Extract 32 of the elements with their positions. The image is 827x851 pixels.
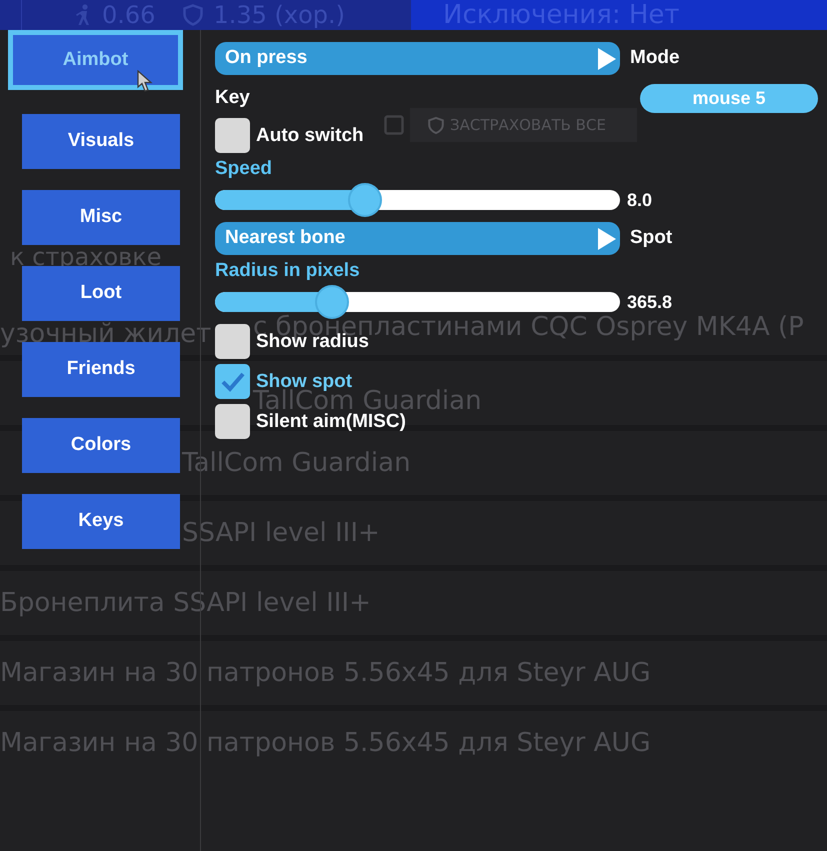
slider-value: 8.0 [627, 188, 652, 212]
dropdown[interactable]: Nearest bone [215, 222, 620, 255]
tab-button[interactable]: Friends [22, 342, 180, 397]
shield-icon [183, 4, 204, 26]
tab-button[interactable]: Misc [22, 190, 180, 245]
tab-button[interactable]: Aimbot [8, 30, 183, 90]
dropdown[interactable]: On press [215, 42, 620, 75]
dropdown-caption: Spot [630, 226, 672, 250]
tab-button[interactable]: Colors [22, 418, 180, 473]
dropdown-caption: Mode [630, 46, 680, 70]
figure-icon [74, 4, 92, 26]
slider-thumb[interactable] [348, 183, 382, 217]
checkbox[interactable] [215, 118, 250, 153]
triangle-icon [598, 48, 616, 70]
section-label: Radius in pixels [215, 261, 360, 281]
slider-track[interactable] [215, 183, 620, 217]
shield-icon [428, 116, 444, 134]
checkbox[interactable] [215, 364, 250, 399]
checkbox-label: Silent aim(MISC) [256, 412, 406, 432]
tab-button[interactable]: Loot [22, 266, 180, 321]
checkbox-label: Auto switch [256, 126, 364, 146]
triangle-icon [598, 228, 616, 250]
cursor-icon [137, 70, 153, 92]
field-label: Key [215, 86, 250, 110]
checkbox[interactable] [215, 404, 250, 439]
tab-button[interactable]: Visuals [22, 114, 180, 169]
checkbox[interactable] [215, 324, 250, 359]
square-icon [384, 115, 404, 135]
slider-value: 365.8 [627, 290, 672, 314]
checkmark-icon [220, 372, 244, 392]
section-label: Speed [215, 159, 272, 179]
tab-button[interactable]: Keys [22, 494, 180, 549]
